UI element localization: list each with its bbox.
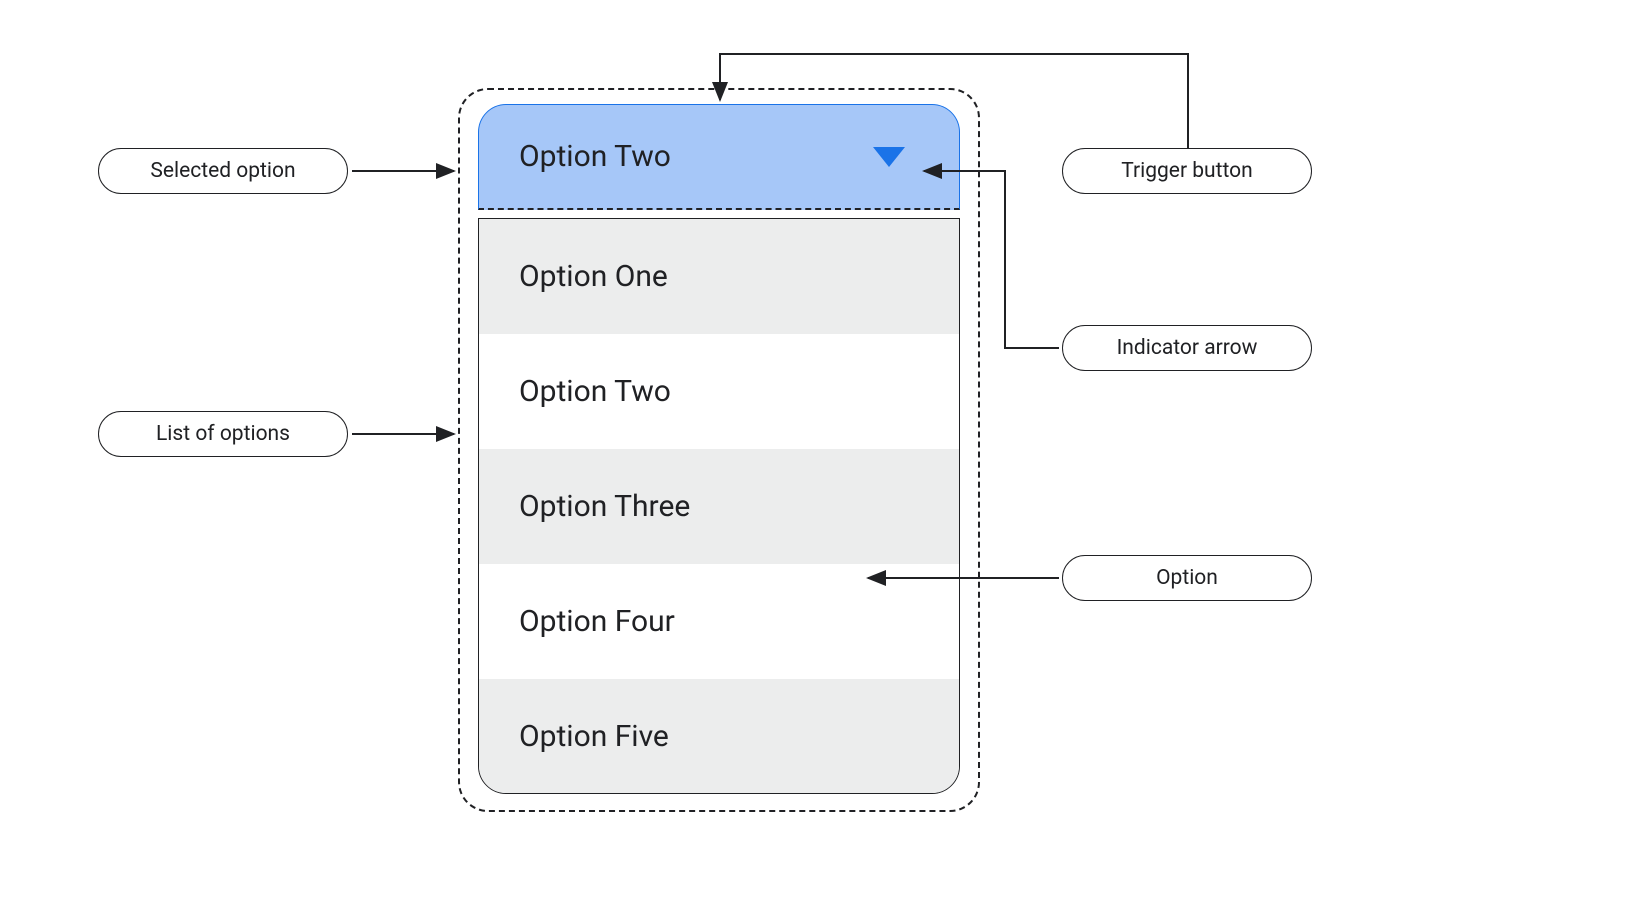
trigger-button[interactable]: Option Two bbox=[478, 104, 960, 210]
annotation-label: Selected option bbox=[150, 159, 295, 183]
option-label: Option Three bbox=[519, 489, 690, 524]
list-item[interactable]: Option One bbox=[479, 219, 959, 334]
annotation-label: Indicator arrow bbox=[1117, 336, 1258, 360]
annotation-indicator-arrow: Indicator arrow bbox=[1062, 325, 1312, 371]
chevron-down-icon bbox=[873, 147, 905, 167]
option-label: Option One bbox=[519, 259, 668, 294]
annotation-option: Option bbox=[1062, 555, 1312, 601]
options-list: Option One Option Two Option Three Optio… bbox=[478, 218, 960, 794]
list-item[interactable]: Option Three bbox=[479, 449, 959, 564]
list-item[interactable]: Option Two bbox=[479, 334, 959, 449]
selected-option-text: Option Two bbox=[519, 139, 671, 174]
option-label: Option Five bbox=[519, 719, 669, 754]
annotation-selected-option: Selected option bbox=[98, 148, 348, 194]
annotation-label: Trigger button bbox=[1121, 159, 1253, 183]
annotation-trigger-button: Trigger button bbox=[1062, 148, 1312, 194]
diagram-canvas: Selected option List of options Trigger … bbox=[0, 0, 1650, 924]
option-label: Option Two bbox=[519, 374, 671, 409]
annotation-list-of-options: List of options bbox=[98, 411, 348, 457]
annotation-label: Option bbox=[1156, 566, 1218, 590]
list-item[interactable]: Option Five bbox=[479, 679, 959, 794]
option-label: Option Four bbox=[519, 604, 675, 639]
list-item[interactable]: Option Four bbox=[479, 564, 959, 679]
annotation-label: List of options bbox=[156, 422, 290, 446]
